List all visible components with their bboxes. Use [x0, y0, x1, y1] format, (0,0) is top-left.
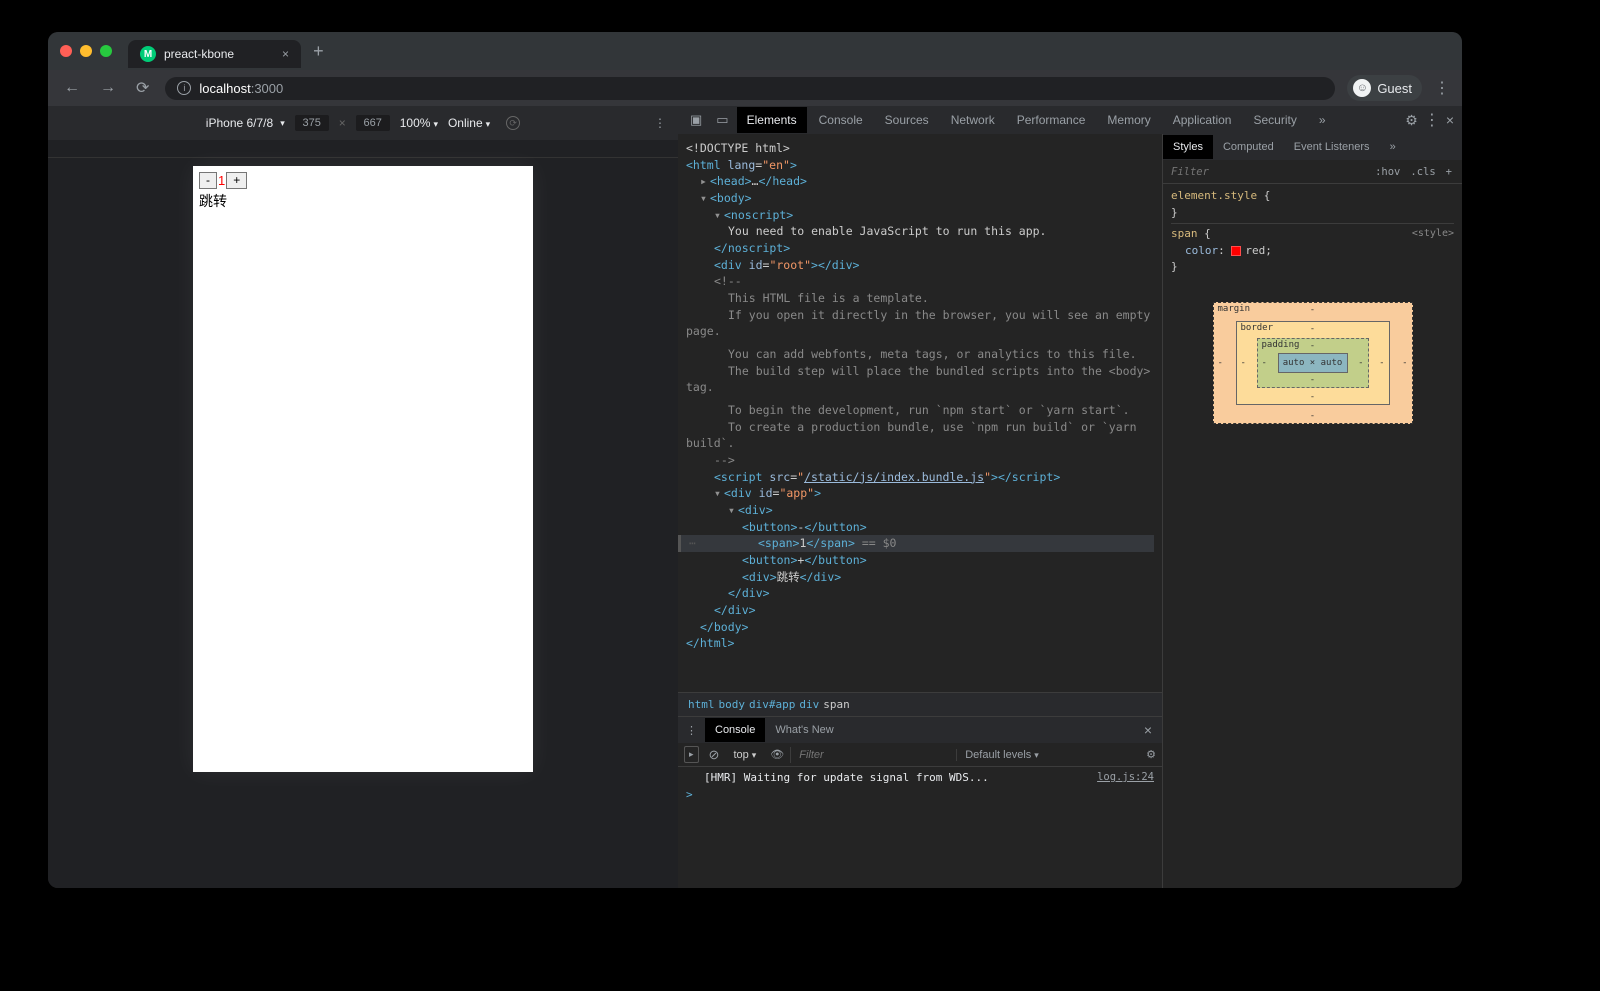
new-tab-button[interactable]: + [313, 41, 324, 62]
styles-panel: Styles Computed Event Listeners » :hov .… [1162, 134, 1462, 888]
rule-source[interactable]: <style> [1412, 226, 1454, 241]
profile-button[interactable]: ☺ Guest [1347, 75, 1422, 101]
minus-button[interactable]: - [199, 172, 217, 189]
favicon: M [140, 46, 156, 62]
tab-more[interactable]: » [1309, 107, 1336, 133]
devtools-close-icon[interactable]: × [1446, 112, 1454, 128]
dom-selected-line[interactable]: ⋯<span>1</span> == $0 [678, 535, 1154, 552]
console-drawer: ⋮ Console What's New × ▸ ⊘ top 👁 Default… [678, 716, 1162, 888]
browser-menu-button[interactable]: ⋮ [1434, 78, 1450, 98]
drawer-tabs: ⋮ Console What's New × [678, 717, 1162, 743]
forward-button[interactable]: → [96, 75, 120, 101]
styles-tab-event-listeners[interactable]: Event Listeners [1284, 135, 1380, 159]
box-model-content: auto × auto [1278, 353, 1348, 373]
drawer-tab-whatsnew[interactable]: What's New [765, 718, 843, 742]
console-source-link[interactable]: log.js:24 [1097, 771, 1154, 784]
traffic-lights [60, 45, 112, 57]
device-toolbar-menu[interactable]: ⋮ [654, 116, 666, 130]
console-output[interactable]: [HMR] Waiting for update signal from WDS… [678, 767, 1162, 888]
tab-elements[interactable]: Elements [737, 107, 807, 133]
device-toolbar: iPhone 6/7/8 × 100% Online ⟳ ⋮ [48, 106, 678, 140]
maximize-window-button[interactable] [100, 45, 112, 57]
device-height-input[interactable] [356, 115, 390, 131]
elements-panel: <!DOCTYPE html> <html lang="en"> ▸<head>… [678, 134, 1162, 888]
network-selector[interactable]: Online [448, 116, 490, 130]
box-model[interactable]: margin ---- border ---- padding ---- aut… [1213, 302, 1413, 424]
console-clear-icon[interactable]: ⊘ [705, 747, 724, 763]
minimize-window-button[interactable] [80, 45, 92, 57]
ruler [48, 140, 678, 158]
drawer-menu[interactable]: ⋮ [678, 724, 705, 737]
console-filter-input[interactable] [790, 747, 950, 763]
live-expression-icon[interactable]: 👁 [770, 748, 784, 761]
avatar-icon: ☺ [1353, 79, 1371, 97]
console-prompt[interactable]: > [686, 788, 1154, 801]
reload-button[interactable]: ⟳ [132, 74, 153, 102]
title-bar: M preact-kbone × + [48, 32, 1462, 70]
styles-tab-styles[interactable]: Styles [1163, 135, 1213, 159]
breadcrumb-item[interactable]: div [799, 698, 819, 711]
browser-tab[interactable]: M preact-kbone × [128, 40, 301, 68]
console-toolbar: ▸ ⊘ top 👁 Default levels ⚙ [678, 743, 1162, 767]
device-toggle-icon[interactable]: ▭ [710, 108, 734, 132]
jump-link[interactable]: 跳转 [199, 191, 527, 211]
tab-performance[interactable]: Performance [1007, 107, 1096, 133]
devtools-tabs: ▣ ▭ Elements Console Sources Network Per… [678, 106, 1462, 134]
hov-toggle[interactable]: :hov [1371, 164, 1404, 180]
tab-memory[interactable]: Memory [1097, 107, 1160, 133]
breadcrumb-item[interactable]: body [719, 698, 746, 711]
breadcrumb-item[interactable]: div#app [749, 698, 795, 711]
cls-toggle[interactable]: .cls [1406, 164, 1439, 180]
new-rule-button[interactable]: + [1442, 164, 1456, 180]
styles-filter-row: :hov .cls + [1163, 160, 1462, 184]
devtools-pane: ▣ ▭ Elements Console Sources Network Per… [678, 106, 1462, 888]
browser-window: M preact-kbone × + ← → ⟳ i localhost:300… [48, 32, 1462, 888]
site-info-icon[interactable]: i [177, 81, 191, 95]
console-sidebar-icon[interactable]: ▸ [684, 746, 699, 763]
tab-network[interactable]: Network [941, 107, 1005, 133]
dimension-separator: × [339, 116, 346, 130]
back-button[interactable]: ← [60, 75, 84, 101]
address-bar: ← → ⟳ i localhost:3000 ☺ Guest ⋮ [48, 70, 1462, 106]
inspect-element-icon[interactable]: ▣ [684, 108, 708, 132]
drawer-close-icon[interactable]: × [1134, 722, 1162, 738]
tab-sources[interactable]: Sources [875, 107, 939, 133]
styles-tab-computed[interactable]: Computed [1213, 135, 1284, 159]
close-window-button[interactable] [60, 45, 72, 57]
styles-tabs: Styles Computed Event Listeners » [1163, 134, 1462, 160]
zoom-selector[interactable]: 100% [400, 116, 438, 130]
plus-button[interactable]: + [226, 172, 247, 189]
guest-label: Guest [1377, 81, 1412, 96]
style-rules[interactable]: element.style { } <style> span { color: … [1163, 184, 1462, 282]
devtools-menu-icon[interactable]: ⋮ [1424, 110, 1440, 130]
console-context-selector[interactable]: top [729, 747, 760, 763]
rotate-icon[interactable]: ⟳ [506, 116, 520, 130]
tab-application[interactable]: Application [1163, 107, 1242, 133]
color-swatch[interactable] [1231, 246, 1241, 256]
breadcrumb-item[interactable]: span [823, 698, 850, 711]
device-selector[interactable]: iPhone 6/7/8 [206, 116, 285, 130]
styles-filter-input[interactable] [1163, 166, 1371, 178]
drawer-tab-console[interactable]: Console [705, 718, 765, 742]
console-levels-selector[interactable]: Default levels [956, 749, 1047, 761]
tab-close-icon[interactable]: × [282, 47, 289, 61]
device-preview-pane: iPhone 6/7/8 × 100% Online ⟳ ⋮ - 1 + 跳转 [48, 106, 678, 888]
dom-tree[interactable]: <!DOCTYPE html> <html lang="en"> ▸<head>… [678, 134, 1162, 692]
counter-value: 1 [218, 173, 225, 188]
address-port: :3000 [251, 81, 284, 96]
styles-tab-more[interactable]: » [1380, 135, 1406, 159]
device-width-input[interactable] [295, 115, 329, 131]
address-host: localhost [199, 81, 250, 96]
devtools-settings-icon[interactable]: ⚙ [1405, 112, 1418, 129]
dom-breadcrumb: html body div#app div span [678, 692, 1162, 716]
tab-console[interactable]: Console [809, 107, 873, 133]
address-input[interactable]: i localhost:3000 [165, 77, 1335, 100]
tab-security[interactable]: Security [1243, 107, 1306, 133]
device-frame: - 1 + 跳转 [193, 166, 533, 772]
console-settings-icon[interactable]: ⚙ [1146, 748, 1156, 761]
tab-title: preact-kbone [164, 47, 234, 61]
console-message: [HMR] Waiting for update signal from WDS… [686, 771, 1097, 784]
breadcrumb-item[interactable]: html [688, 698, 715, 711]
